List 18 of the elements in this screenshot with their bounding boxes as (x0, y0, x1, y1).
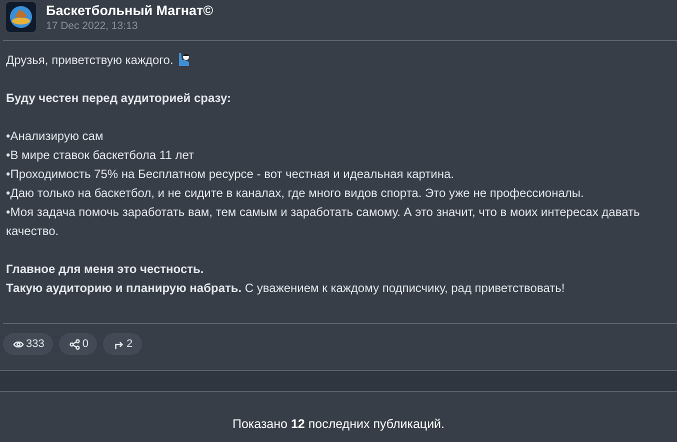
post-text: •Проходимость 75% на Бесплатном ресурсе - вот честная и идеальная картина. (6, 166, 456, 183)
stat-chip: 2 (103, 333, 142, 355)
post-text: •Даю только на баскетбол, и не сидите в каналах, где много видов спорта. Это уже не профессионалы. (6, 185, 585, 202)
channel-avatar (6, 2, 36, 32)
post-date: 17 Dec 2022, 13:13 (46, 20, 139, 32)
post-text: Такую аудиторию и планирую набрать. С уважением к каждому подписчику, рад приветствовать! (6, 280, 566, 297)
post-text: Главное для меня это честность. (6, 261, 205, 278)
post-text: •Анализирую сам (6, 128, 104, 145)
post-text: •В мире ставок баскетбола 11 лет (6, 147, 195, 164)
footer-text: Показано 12 последних публикаций. (232, 417, 445, 431)
stat-chip: 333 (3, 333, 54, 355)
post-text: Буду честен перед аудиторией сразу: (6, 90, 232, 107)
post-text: Друзья, приветствую каждого. (6, 51, 673, 70)
channel-name: Баскетбольный Магнат© (46, 3, 214, 18)
share-icon (69, 338, 80, 350)
eye-icon (13, 338, 24, 350)
stat-chip: 0 (59, 333, 98, 355)
post-text: •Моя задача помочь заработать вам, тем самым и заработать самому. А это значит, что в моих интересах давать качество. (6, 204, 641, 240)
